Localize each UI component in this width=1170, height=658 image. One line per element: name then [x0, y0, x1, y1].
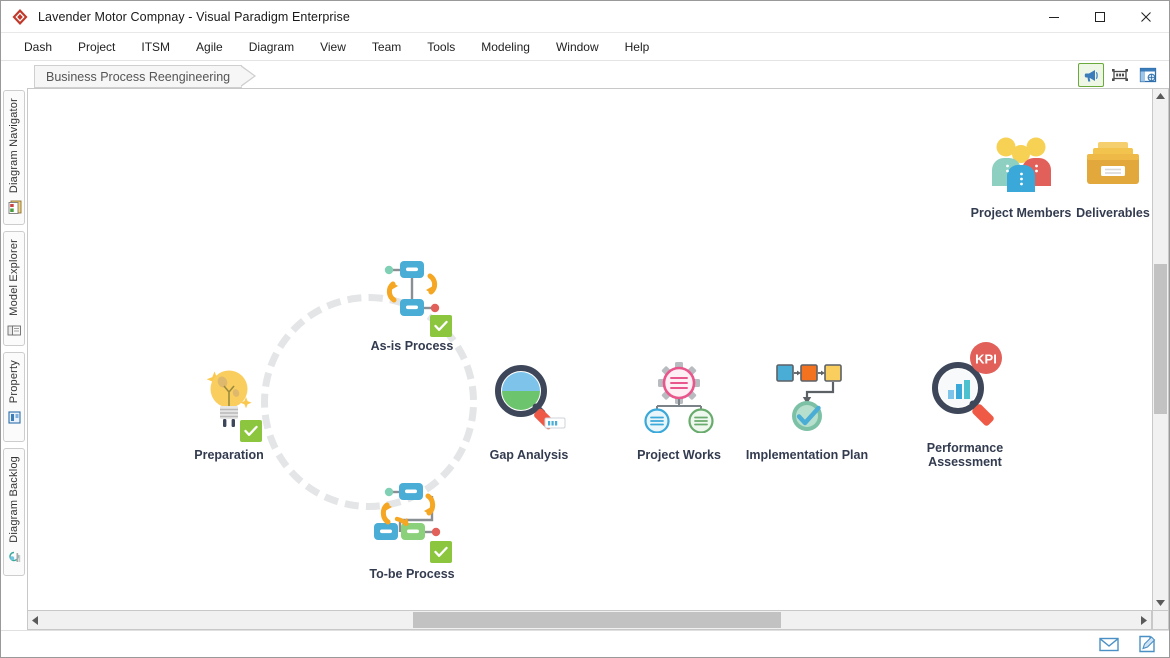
tab-business-process-reengineering[interactable]: Business Process Reengineering — [34, 65, 243, 88]
vertical-scrollbar-thumb[interactable] — [1154, 264, 1167, 414]
diagram-node-preparation[interactable]: Preparation — [147, 361, 311, 462]
scrollbar-corner — [1152, 610, 1169, 630]
menu-item-team[interactable]: Team — [359, 36, 414, 58]
process-flow-blue-icon — [366, 252, 458, 337]
horizontal-scroll-row — [27, 610, 1169, 630]
window-controls — [1031, 1, 1169, 32]
property-icon — [6, 409, 23, 426]
people-group-icon — [984, 134, 1058, 201]
close-button[interactable] — [1123, 1, 1169, 32]
window-title: Lavender Motor Compnay - Visual Paradigm… — [38, 9, 350, 24]
horizontal-scrollbar[interactable] — [27, 610, 1152, 630]
model-explorer-icon — [6, 322, 23, 339]
minimize-button[interactable] — [1031, 1, 1077, 32]
file-box-icon — [1076, 134, 1150, 201]
magnifier-kpi-chart-icon: KPI — [916, 340, 1014, 433]
sidebar-item-diagram-navigator[interactable]: Diagram Navigator — [3, 90, 25, 225]
sidebar-item-label: Property — [8, 360, 20, 404]
diagram-node-to-be-process[interactable]: To-be Process — [330, 474, 494, 581]
horizontal-scrollbar-thumb[interactable] — [413, 612, 781, 628]
process-flow-green-icon — [366, 474, 458, 563]
diagram-backlog-icon — [6, 549, 23, 566]
workspace: Diagram Navigator Model Explorer Propert… — [1, 88, 1169, 630]
status-check-badge — [430, 315, 452, 337]
status-check-badge — [240, 420, 262, 442]
diagram-tab-strip: Business Process Reengineering — [1, 61, 1169, 88]
menu-item-modeling[interactable]: Modeling — [468, 36, 543, 58]
diagram-node-deliverables[interactable]: Deliverables — [1075, 134, 1151, 220]
node-label: Deliverables — [1076, 206, 1150, 220]
diagram-node-implementation-plan[interactable]: Implementation Plan — [725, 361, 889, 462]
menu-bar: Dash Project ITSM Agile Diagram View Tea… — [1, 33, 1169, 61]
tab-label: Business Process Reengineering — [46, 69, 231, 84]
menu-item-dash[interactable]: Dash — [11, 36, 65, 58]
caret-left-icon[interactable] — [28, 611, 42, 629]
left-dock-bar: Diagram Navigator Model Explorer Propert… — [1, 88, 27, 630]
caret-right-icon[interactable] — [1137, 611, 1151, 629]
menu-item-tools[interactable]: Tools — [414, 36, 468, 58]
mail-icon[interactable] — [1099, 635, 1119, 653]
sidebar-item-label: Model Explorer — [8, 239, 20, 316]
tab-arrow-shape — [240, 65, 258, 88]
diagram-navigator-icon — [6, 199, 23, 216]
caret-up-icon[interactable] — [1153, 89, 1168, 103]
menu-item-help[interactable]: Help — [612, 36, 663, 58]
diagram-node-performance-assessment[interactable]: KPI Performance Assessment — [883, 340, 1047, 469]
sidebar-item-label: Diagram Backlog — [8, 456, 20, 543]
node-label: As-is Process — [370, 339, 454, 353]
status-bar — [1, 630, 1169, 657]
menu-item-project[interactable]: Project — [65, 36, 128, 58]
menu-item-itsm[interactable]: ITSM — [128, 36, 183, 58]
node-label: Project Works — [637, 448, 721, 462]
lightbulb-icon — [186, 361, 272, 442]
plan-steps-check-icon — [761, 361, 853, 438]
node-label: Preparation — [194, 448, 264, 462]
sidebar-item-model-explorer[interactable]: Model Explorer — [3, 231, 25, 346]
application-window: Lavender Motor Compnay - Visual Paradigm… — [0, 0, 1170, 658]
status-check-badge — [430, 541, 452, 563]
maximize-button[interactable] — [1077, 1, 1123, 32]
diagram-canvas[interactable]: Project Members Deliverables As-is Proce… — [27, 88, 1152, 610]
diagram-node-gap-analysis[interactable]: Gap Analysis — [447, 361, 611, 462]
menu-item-view[interactable]: View — [307, 36, 359, 58]
sidebar-item-label: Diagram Navigator — [8, 98, 20, 194]
magnifier-split-icon — [483, 361, 575, 438]
fit-to-frame-icon[interactable] — [1108, 64, 1132, 86]
visual-paradigm-diamond-logo-icon — [11, 8, 29, 26]
kpi-badge-text: KPI — [975, 352, 997, 367]
caret-down-icon[interactable] — [1153, 596, 1168, 610]
node-label: Performance Assessment — [926, 441, 1004, 469]
gear-hierarchy-icon — [633, 361, 725, 438]
sidebar-item-diagram-backlog[interactable]: Diagram Backlog — [3, 448, 25, 576]
node-label: Implementation Plan — [745, 448, 869, 462]
sidebar-item-property[interactable]: Property — [3, 352, 25, 442]
node-label: To-be Process — [369, 567, 455, 581]
note-edit-icon[interactable] — [1137, 635, 1157, 653]
node-label: Project Members — [970, 206, 1072, 220]
canvas-area: Project Members Deliverables As-is Proce… — [27, 88, 1169, 630]
title-bar: Lavender Motor Compnay - Visual Paradigm… — [1, 1, 1169, 33]
announcement-icon[interactable] — [1078, 63, 1104, 87]
diagram-toolbar — [1078, 63, 1169, 88]
vertical-scrollbar[interactable] — [1152, 88, 1169, 610]
diagram-node-as-is-process[interactable]: As-is Process — [330, 252, 494, 353]
menu-item-window[interactable]: Window — [543, 36, 612, 58]
menu-item-agile[interactable]: Agile — [183, 36, 236, 58]
menu-item-diagram[interactable]: Diagram — [236, 36, 307, 58]
node-label: Gap Analysis — [489, 448, 569, 462]
panel-layout-icon[interactable] — [1136, 64, 1160, 86]
open-diagram-tabs: Business Process Reengineering — [34, 61, 258, 88]
diagram-node-project-members[interactable]: Project Members — [971, 134, 1071, 220]
